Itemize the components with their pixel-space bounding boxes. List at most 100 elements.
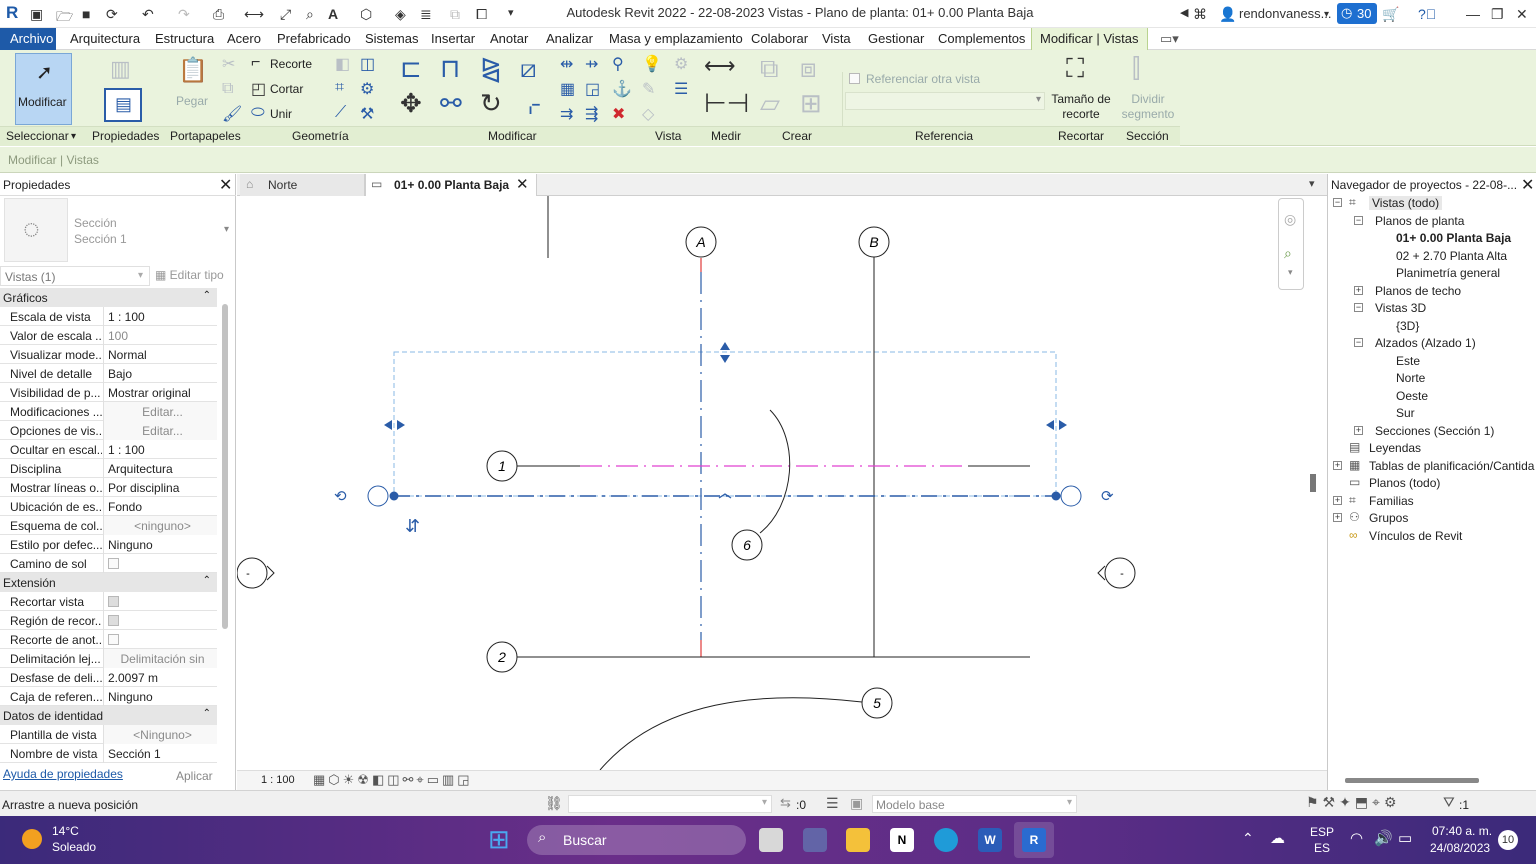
collapse-icon[interactable]: ⌃ [203,575,211,586]
selection-filter-icons[interactable]: ⚑⚒✦⬒⌖⚙ [1306,794,1401,811]
browser-node[interactable]: Vistas (todo) [1369,196,1443,210]
browser-node[interactable]: Norte [1396,371,1425,385]
property-value[interactable]: Bajo [103,364,217,383]
delete-icon[interactable]: ✖ [612,104,625,124]
panel-seleccionar[interactable]: Seleccionar [6,129,69,143]
close-icon[interactable]: ✕ [1516,6,1528,23]
section-head-right[interactable] [1060,485,1082,507]
property-value[interactable]: Editar... [103,402,217,421]
file-explorer-icon[interactable] [846,828,870,852]
browser-node[interactable]: {3D} [1396,319,1419,333]
user-icon[interactable]: 👤 [1219,6,1236,23]
weather-temp[interactable]: 14°C [52,824,79,838]
array-icon[interactable]: ▦ [560,79,575,99]
clock-date[interactable]: 24/08/2023 [1430,841,1490,855]
hammer-icon[interactable]: ⚒ [360,104,374,124]
align-tool-icon[interactable]: ⊏ [400,53,422,84]
notion-icon[interactable]: N [890,828,914,852]
3d-view-icon[interactable]: ⬡ [360,6,372,23]
collapse-icon[interactable]: − [1354,338,1363,347]
workset-select[interactable]: ▾ [568,795,772,813]
home-icon[interactable]: ▣ [30,6,43,23]
property-value[interactable]: Editar... [103,421,217,440]
browser-node[interactable]: Planos de planta [1375,214,1464,228]
maximize-icon[interactable]: ❐ [1491,6,1504,23]
clock-time[interactable]: 07:40 a. m. [1432,824,1492,838]
edit-type-button[interactable]: ▦ Editar tipo [155,268,224,282]
expand-icon[interactable]: + [1333,460,1342,470]
brush-icon[interactable]: ✎ [642,79,655,99]
cart-icon[interactable]: 🛒 [1382,6,1399,23]
extend-multi-icon[interactable]: ⇶ [585,104,598,124]
instance-filter-select[interactable]: Vistas (1) ▾ [0,266,150,286]
cycle-head-icon-left[interactable]: ⟲ [334,488,347,505]
tab-planta-baja[interactable]: ▭ 01+ 0.00 Planta Baja ✕ [365,174,537,197]
offset-icon[interactable]: ⊓ [440,53,460,84]
cut-icon[interactable]: ✂ [222,54,235,74]
tab-acero[interactable]: Acero [227,31,261,46]
property-value[interactable]: 1 : 100 [103,440,217,459]
property-value[interactable]: Delimitación sin [103,649,217,668]
text-icon[interactable]: A [328,6,338,22]
property-value[interactable] [103,611,217,630]
section-end-grip-left[interactable] [389,491,399,501]
measure-between-icon[interactable]: ⊢⊣ [704,88,749,119]
extend-icon[interactable]: ⇉ [560,104,573,124]
cope-icon[interactable]: ⌐ [251,54,260,72]
properties-scrollbar[interactable] [222,304,228,629]
tab-norte[interactable]: ⌂ Norte [240,174,365,196]
ref-view-select[interactable]: ▾ [845,92,1045,110]
customize-qat-icon[interactable]: ▾ [508,6,514,19]
property-group-header[interactable]: Gráficos ⌃ [0,288,217,307]
tab-modificar-vistas[interactable]: Modificar | Vistas [1031,28,1148,50]
tab-sistemas[interactable]: Sistemas [365,31,418,46]
elevation-mark-left[interactable] [237,557,268,589]
tab-complementos[interactable]: Complementos [938,31,1025,46]
minimize-icon[interactable]: — [1466,6,1480,22]
properties-help-link[interactable]: Ayuda de propiedades [3,767,123,781]
tab-gestionar[interactable]: Gestionar [868,31,924,46]
property-checkbox[interactable] [108,596,119,607]
ribbon-toggle-icon[interactable]: ▭▾ [1160,31,1179,47]
arrow-left-icon[interactable]: ◀ [1180,6,1188,19]
user-dropdown-icon[interactable]: ▾ [1324,9,1329,20]
align-icon[interactable]: ⟋ [335,104,346,122]
cut-geometry-icon[interactable]: ◰ [251,79,266,99]
user-name[interactable]: rendonvaness... [1239,6,1332,21]
split-face-icon[interactable]: ◧ [335,54,350,74]
measure-icon[interactable]: ⟷ [244,6,264,23]
section-head-left[interactable] [367,485,389,507]
wifi-icon[interactable]: ◠ [1350,829,1363,847]
chevron-down-icon[interactable]: ▾ [71,131,76,142]
eraser-icon[interactable]: ◇ [642,104,654,124]
split-icon[interactable]: ⇹ [560,54,573,74]
browser-node[interactable]: Secciones (Sección 1) [1375,424,1494,438]
browser-node[interactable]: Planimetría general [1396,266,1500,280]
collapse-icon[interactable]: − [1333,198,1342,207]
split-segment-icon[interactable]: ⫿ [1132,53,1140,85]
create-assembly-icon[interactable]: ⧉ [760,53,779,85]
tab-vista[interactable]: Vista [822,31,851,46]
copy-icon[interactable]: ⧉ [222,80,233,98]
browser-node[interactable]: 01+ 0.00 Planta Baja [1396,231,1511,245]
crop-size-icon[interactable]: ⛶ [1066,53,1084,85]
type-properties-icon[interactable]: ▥ [110,56,131,82]
chevron-down-icon[interactable]: ▾ [1288,267,1293,278]
battery-icon[interactable]: ▭ [1398,829,1412,847]
scale-icon[interactable]: ◲ [585,79,600,99]
tab-estructura[interactable]: Estructura [155,31,214,46]
plan-drawing[interactable]: ⟲ ⟳ ⇵ A B 1 2 5 6 - - [237,196,1307,770]
expand-icon[interactable]: + [1333,495,1342,505]
subscription-badge[interactable]: ◷ 30 [1337,3,1377,24]
browser-node[interactable]: Vínculos de Revit [1369,529,1462,543]
create-parts-icon[interactable]: ⧈ [800,53,817,85]
volume-icon[interactable]: 🔊 [1374,829,1393,847]
worksets-icon[interactable]: ⛓ [545,795,563,812]
paint-icon[interactable]: ◫ [360,54,375,74]
browser-node[interactable]: Leyendas [1369,441,1421,455]
apply-button[interactable]: Aplicar [176,769,213,783]
cut-label[interactable]: Cortar [270,82,303,96]
design-options-icon[interactable]: ☰ [826,795,839,812]
tab-anotar[interactable]: Anotar [490,31,528,46]
aligned-dimension-icon[interactable]: ⟷ [704,53,736,79]
